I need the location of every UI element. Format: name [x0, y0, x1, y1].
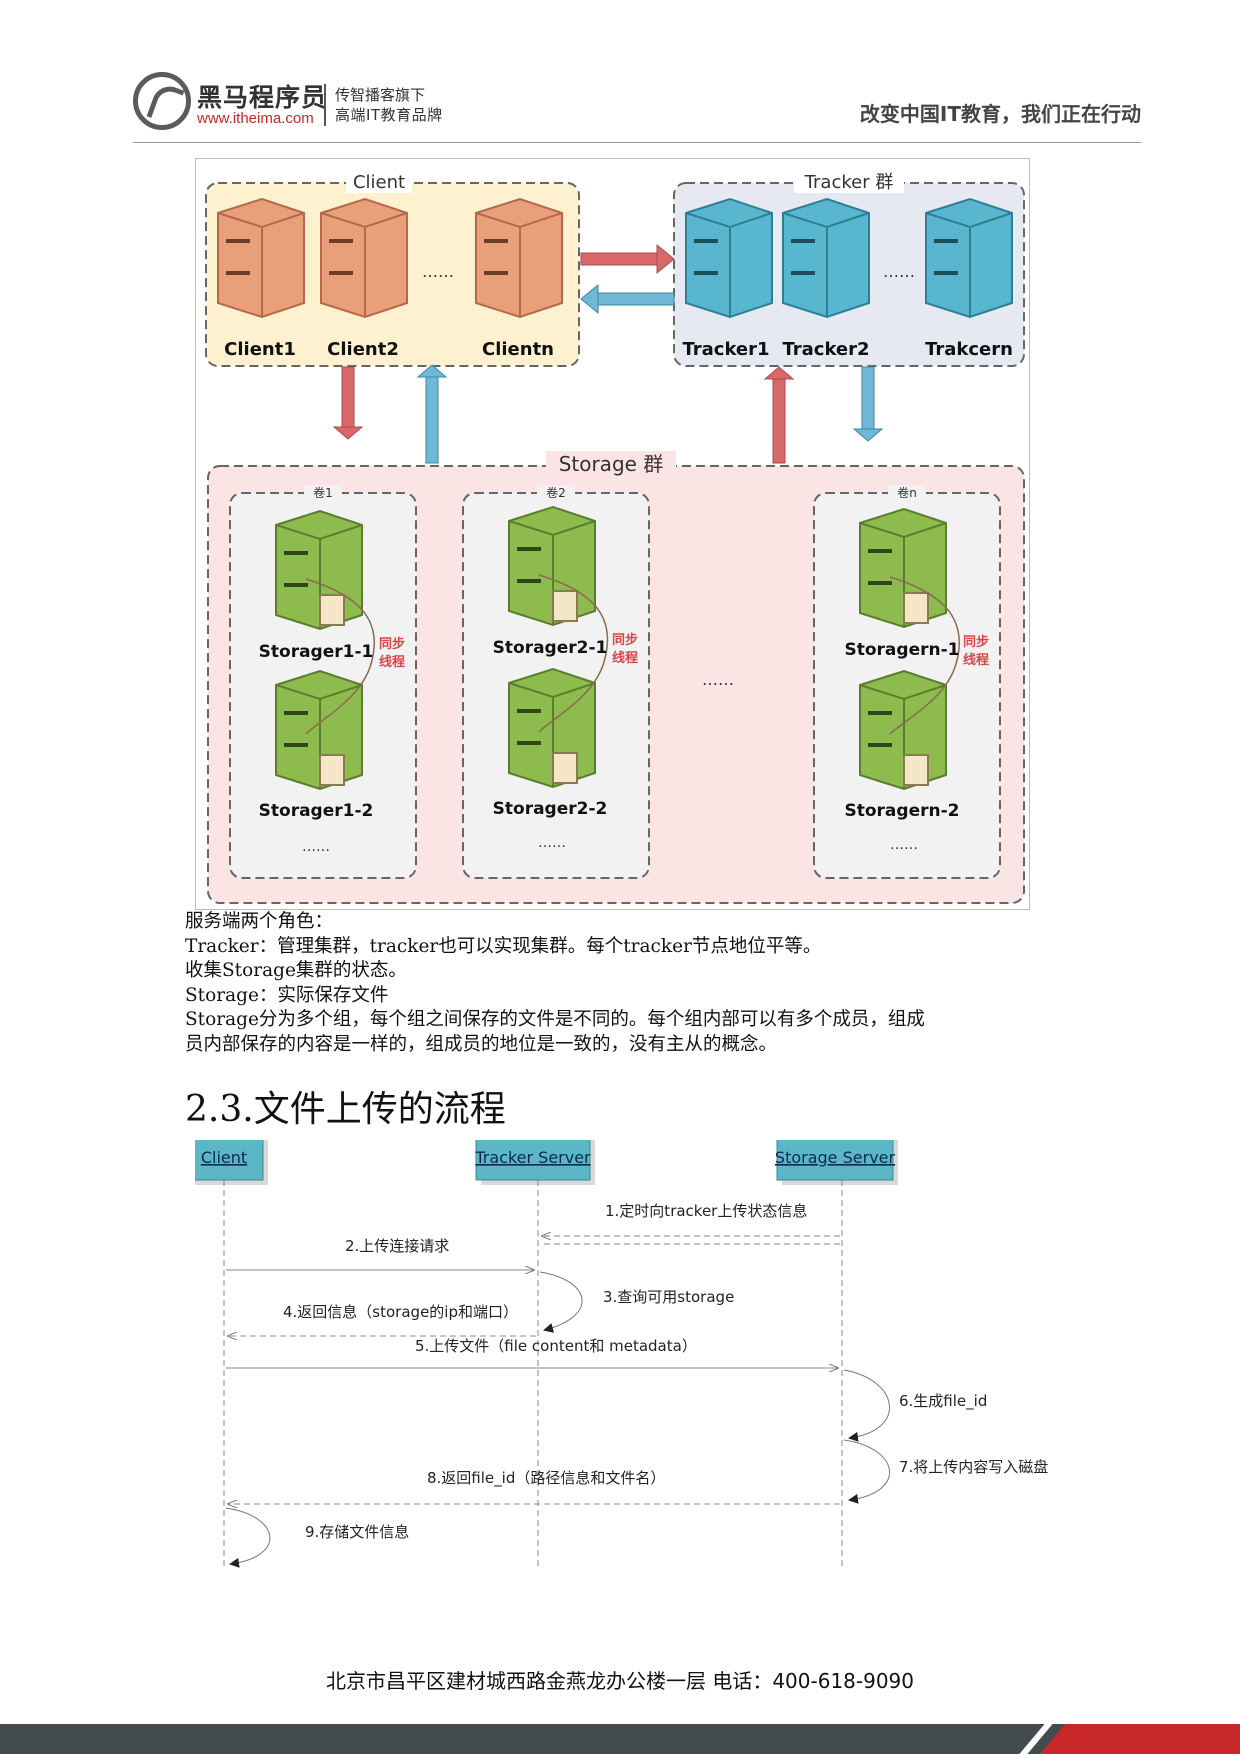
storage-label-2-1: Storager2-1	[493, 638, 608, 658]
brand-name: 黑马程序员	[197, 83, 328, 112]
client-label-1: Client1	[224, 339, 296, 360]
participant-storage-label: Storage Server	[775, 1148, 896, 1167]
footer-address: 北京市昌平区建材城西路金燕龙办公楼一层 电话：400-618-9090	[325, 1669, 915, 1693]
header-rule	[133, 142, 1141, 143]
client-to-tracker-arrow	[580, 243, 675, 275]
sync-label-2a: 同步	[612, 632, 638, 648]
sync-label-1b: 线程	[379, 654, 405, 670]
header-slogan: 改变中国IT教育，我们正在行动	[859, 102, 1141, 126]
tracker-ellipsis: ……	[883, 262, 915, 281]
tracker-server-icon	[685, 197, 773, 319]
tracker-label-2: Tracker2	[782, 339, 869, 360]
fastdfs-architecture-diagram: Client Tracker 群 Storage 群 卷1 卷2 卷n …… C…	[195, 158, 1030, 910]
participant-tracker: Tracker Server	[474, 1133, 595, 1185]
message-arrow-9	[225, 1507, 271, 1568]
client-label-2: Client2	[327, 339, 399, 360]
message-label-3: 3.查询可用storage	[603, 1288, 734, 1306]
storage-label-2-2: Storager2-2	[493, 799, 608, 819]
body-paragraph: 服务端两个角色： Tracker：管理集群，tracker也可以实现集群。每个t…	[185, 910, 1085, 1057]
volume-2-ellipsis: ……	[538, 835, 566, 851]
body-line: Storage分为多个组，每个组之间保存的文件是不同的。每个组内部可以有多个成员…	[185, 1009, 925, 1030]
upload-sequence-diagram: Client Tracker Server Storage Server 1.定…	[184, 1133, 1065, 1585]
participant-tracker-label: Tracker Server	[474, 1148, 591, 1167]
tracker-group-title: Tracker 群	[804, 172, 894, 193]
body-line: Tracker：管理集群，tracker也可以实现集群。每个tracker节点地…	[185, 935, 822, 957]
storage-label-n-1: Storagern-1	[845, 640, 960, 660]
message-label-5: 5.上传文件（file content和 metadata）	[415, 1337, 697, 1355]
footer-bar	[0, 1724, 1240, 1754]
architecture-svg: Client Tracker 群 Storage 群 卷1 卷2 卷n …… C…	[205, 171, 1025, 904]
tracker-to-client-arrow	[580, 283, 675, 315]
body-line: Storage：实际保存文件	[185, 984, 389, 1006]
participant-client-label: Client	[201, 1148, 247, 1167]
body-line: 服务端两个角色：	[185, 911, 334, 932]
storage-label-1-1: Storager1-1	[259, 642, 374, 662]
sync-label-nb: 线程	[963, 652, 989, 668]
storage-server-icon	[859, 669, 947, 791]
message-label-6: 6.生成file_id	[899, 1392, 987, 1411]
storage-label-1-2: Storager1-2	[259, 801, 374, 821]
participant-storage: Storage Server	[775, 1133, 898, 1185]
message-arrow-3	[539, 1271, 583, 1333]
tracker-to-storage-arrow	[852, 366, 884, 442]
storage-server-icon	[859, 507, 947, 629]
message-label-2: 2.上传连接请求	[345, 1237, 449, 1255]
client-group-title: Client	[353, 172, 405, 193]
section-title: 2.3.文件上传的流程	[185, 1089, 506, 1130]
message-label-7: 7.将上传内容写入磁盘	[899, 1458, 1048, 1476]
message-label-9: 9.存储文件信息	[305, 1523, 409, 1541]
storage-server-icon	[508, 667, 596, 789]
storage-server-icon	[275, 509, 363, 631]
client-ellipsis: ……	[422, 262, 454, 281]
tracker-server-icon	[782, 197, 870, 319]
page-header: 黑马程序员 www.itheima.com 传智播客旗下 高端IT教育品牌 改变…	[133, 70, 1141, 142]
footer-accent	[1040, 1724, 1240, 1754]
message-label-1: 1.定时向tracker上传状态信息	[605, 1202, 807, 1220]
message-label-8: 8.返回file_id（路径信息和文件名）	[427, 1469, 665, 1488]
sync-label-2b: 线程	[612, 650, 638, 666]
volume-2-title: 卷2	[546, 485, 566, 500]
sync-label-1a: 同步	[379, 636, 405, 652]
body-line: 收集Storage集群的状态。	[185, 960, 407, 981]
tracker-label-n: Trakcern	[925, 339, 1013, 360]
brand-tagline-1: 传智播客旗下	[335, 86, 426, 104]
message-arrow-6	[843, 1369, 890, 1442]
volume-n-title: 卷n	[897, 485, 917, 500]
client-server-icon	[320, 197, 408, 319]
brand-tagline-2: 高端IT教育品牌	[335, 106, 443, 124]
storage-to-client-arrow	[416, 364, 448, 464]
message-label-4: 4.返回信息（storage的ip和端口）	[283, 1303, 518, 1321]
storage-label-n-2: Storagern-2	[845, 801, 960, 821]
client-server-icon	[217, 197, 305, 319]
storage-middle-ellipsis: ……	[702, 670, 734, 689]
volume-1-ellipsis: ……	[302, 839, 330, 855]
client-server-icon	[475, 197, 563, 319]
volume-1-title: 卷1	[313, 485, 333, 500]
tracker-server-icon	[925, 197, 1013, 319]
client-label-n: Clientn	[482, 339, 554, 360]
body-line: 员内部保存的内容是一样的，组成员的地位是一致的，没有主从的概念。	[185, 1033, 778, 1055]
client-to-storage-arrow	[332, 366, 364, 440]
storage-server-icon	[508, 505, 596, 627]
sync-label-na: 同步	[963, 634, 989, 650]
horse-logo-icon	[133, 72, 191, 130]
sequence-svg: Client Tracker Server Storage Server 1.定…	[184, 1133, 1048, 1570]
brand-divider	[324, 84, 326, 126]
storage-group-title: Storage 群	[559, 452, 664, 476]
tracker-label-1: Tracker1	[682, 339, 769, 360]
brand-url: www.itheima.com	[197, 110, 314, 127]
storage-server-icon	[275, 669, 363, 791]
message-arrow-7	[843, 1439, 890, 1504]
volume-n-ellipsis: ……	[890, 837, 918, 853]
storage-to-tracker-arrow	[763, 366, 795, 464]
participant-client: Client	[184, 1133, 268, 1185]
